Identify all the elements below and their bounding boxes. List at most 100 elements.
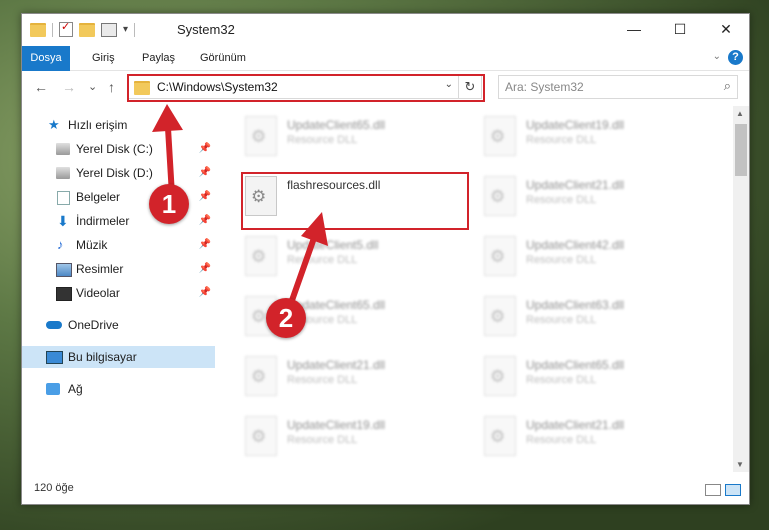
computer-icon — [46, 351, 63, 364]
file-list: UpdateClient65.dll Resource DLL flashres… — [235, 106, 735, 472]
recent-locations-icon[interactable]: ⌄ — [88, 80, 97, 93]
network-icon — [46, 383, 60, 395]
help-icon[interactable]: ? — [728, 50, 743, 65]
file-name: UpdateClient21.dll — [526, 178, 625, 192]
file-name: UpdateClient19.dll — [287, 418, 386, 432]
file-item[interactable]: UpdateClient5.dll Resource DLL — [241, 234, 441, 284]
search-box[interactable]: Ara: System32 ⌕ — [498, 75, 738, 99]
file-item[interactable]: UpdateClient21.dll Resource DLL — [480, 414, 680, 464]
file-name: UpdateClient63.dll — [526, 298, 625, 312]
new-folder-icon[interactable] — [79, 22, 95, 37]
onedrive-cloud-icon — [46, 321, 62, 329]
minimize-button[interactable]: — — [611, 14, 657, 44]
file-item[interactable]: UpdateClient42.dll Resource DLL — [480, 234, 680, 284]
dll-file-icon — [245, 416, 277, 456]
dll-file-icon — [245, 116, 277, 156]
file-type: Resource DLL — [526, 314, 597, 326]
forward-button[interactable]: → — [62, 79, 76, 95]
details-view-icon[interactable] — [705, 484, 721, 496]
explorer-window: ▾ System32 — ☐ ✕ Dosya Giriş Paylaş Görü… — [21, 13, 750, 505]
videos-icon — [56, 287, 72, 301]
item-count: 120 öğe — [34, 482, 74, 494]
sidebar-item-onedrive[interactable]: OneDrive — [22, 314, 215, 336]
file-name: UpdateClient42.dll — [526, 238, 625, 252]
documents-icon — [57, 191, 70, 205]
sidebar-item-label: Hızlı erişim — [68, 118, 128, 132]
file-item[interactable]: UpdateClient21.dll Resource DLL — [241, 354, 441, 404]
vertical-scrollbar[interactable]: ▲ ▼ — [733, 106, 749, 472]
scroll-up-icon[interactable]: ▲ — [736, 109, 744, 118]
pin-icon[interactable]: 📌 — [199, 186, 211, 208]
file-item[interactable]: UpdateClient21.dll Resource DLL — [480, 174, 680, 224]
file-name: UpdateClient21.dll — [526, 418, 625, 432]
qat-dropdown-icon[interactable]: ▾ — [123, 24, 128, 35]
pictures-icon — [56, 263, 72, 277]
sidebar-item-network[interactable]: Ağ — [22, 378, 215, 400]
tab-gorunum[interactable]: Görünüm — [188, 46, 258, 70]
file-name: UpdateClient65.dll — [526, 358, 625, 372]
downloads-icon: ⬇ — [57, 213, 69, 229]
dll-file-icon — [484, 116, 516, 156]
tab-giris[interactable]: Giriş — [80, 46, 127, 70]
dll-file-icon — [245, 236, 277, 276]
search-icon: ⌕ — [723, 78, 731, 93]
pin-icon[interactable]: 📌 — [199, 282, 211, 304]
folder-icon — [30, 22, 46, 37]
sidebar-item-pictures[interactable]: Resimler 📌 — [22, 258, 215, 280]
dll-file-icon — [484, 416, 516, 456]
sidebar-item-this-pc[interactable]: Bu bilgisayar — [22, 346, 215, 368]
sidebar-item-label: Müzik — [76, 238, 108, 252]
disk-icon — [56, 167, 70, 179]
pin-icon[interactable]: 📌 — [199, 234, 211, 256]
tab-paylas[interactable]: Paylaş — [130, 46, 187, 70]
step-2-badge: 2 — [266, 298, 306, 338]
sidebar-item-label: Resimler — [76, 262, 124, 276]
sidebar-item-quick-access[interactable]: ★ Hızlı erişim — [22, 114, 215, 136]
status-bar: 120 öğe — [22, 474, 749, 504]
sidebar-item-label: Videolar — [76, 286, 120, 300]
sidebar-item-disk-d[interactable]: Yerel Disk (D:) 📌 — [22, 162, 215, 184]
file-type: Resource DLL — [287, 254, 358, 266]
file-item[interactable]: UpdateClient19.dll Resource DLL — [241, 414, 441, 464]
file-highlight-box — [241, 172, 469, 230]
sidebar-item-music[interactable]: ♪ Müzik 📌 — [22, 234, 215, 256]
maximize-button[interactable]: ☐ — [657, 14, 703, 44]
ribbon-tabs: Dosya Giriş Paylaş Görünüm ⌄ ? — [22, 46, 749, 96]
back-button[interactable]: ← — [34, 79, 48, 95]
sidebar-item-label: Ağ — [68, 382, 83, 396]
title-bar: ▾ System32 — ☐ ✕ — [22, 14, 749, 46]
file-name: UpdateClient65.dll — [287, 118, 386, 132]
sidebar-item-videos[interactable]: Videolar 📌 — [22, 282, 215, 304]
file-type: Resource DLL — [287, 434, 358, 446]
properties-check-icon[interactable] — [59, 20, 73, 37]
file-item[interactable]: UpdateClient63.dll Resource DLL — [480, 294, 680, 344]
file-type: Resource DLL — [526, 374, 597, 386]
star-icon: ★ — [48, 117, 60, 132]
file-type: Resource DLL — [526, 194, 597, 206]
sidebar-item-disk-c[interactable]: Yerel Disk (C:) 📌 — [22, 138, 215, 160]
up-button[interactable]: ↑ — [108, 79, 115, 95]
scrollbar-thumb[interactable] — [735, 124, 747, 176]
dll-file-icon — [245, 356, 277, 396]
disk-icon — [56, 143, 70, 155]
pin-icon[interactable]: 📌 — [199, 210, 211, 232]
file-item[interactable]: UpdateClient65.dll Resource DLL — [241, 114, 441, 164]
file-name: UpdateClient5.dll — [287, 238, 379, 252]
pin-icon[interactable]: 📌 — [199, 258, 211, 280]
pin-icon[interactable]: 📌 — [199, 138, 211, 160]
ribbon-collapse-icon[interactable]: ⌄ — [713, 51, 721, 62]
navigation-pane: ★ Hızlı erişim Yerel Disk (C:) 📌 Yerel D… — [22, 106, 215, 472]
address-highlight-box — [127, 74, 485, 102]
music-icon: ♪ — [57, 237, 64, 252]
quick-access-toolbar: ▾ — [30, 20, 136, 37]
file-item[interactable]: UpdateClient65.dll Resource DLL — [480, 354, 680, 404]
tiles-view-icon[interactable] — [725, 484, 741, 496]
file-type: Resource DLL — [526, 134, 597, 146]
window-title: System32 — [177, 22, 235, 37]
file-item[interactable]: UpdateClient19.dll Resource DLL — [480, 114, 680, 164]
close-button[interactable]: ✕ — [703, 14, 749, 44]
view-properties-icon[interactable] — [101, 22, 117, 37]
file-type: Resource DLL — [287, 134, 358, 146]
scroll-down-icon[interactable]: ▼ — [736, 460, 744, 469]
pin-icon[interactable]: 📌 — [199, 162, 211, 184]
